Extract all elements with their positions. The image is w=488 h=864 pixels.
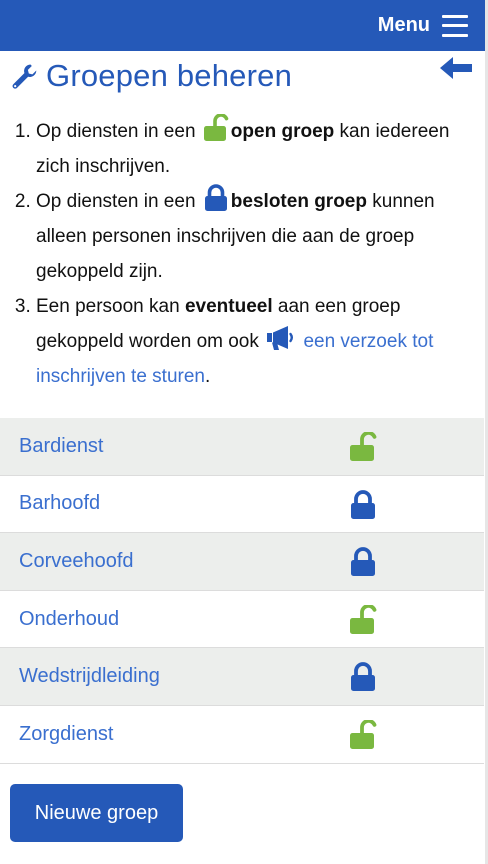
top-bar: Menu (0, 0, 486, 51)
group-name[interactable]: Wedstrijdleiding (19, 665, 160, 688)
menu-label: Menu (377, 14, 430, 36)
back-arrow-icon[interactable] (440, 56, 472, 80)
group-row[interactable]: Bardienst (0, 418, 484, 476)
open-lock-icon (203, 114, 229, 141)
open-lock-icon (349, 718, 377, 750)
new-group-button[interactable]: Nieuwe groep (10, 784, 183, 842)
closed-lock-icon (349, 662, 377, 692)
info-item-open: Op diensten in een open groep kan iedere… (36, 114, 474, 184)
group-row[interactable]: Barhoofd (0, 475, 484, 534)
info-item-request: Een persoon kan eventueel aan een groep … (36, 289, 474, 394)
group-name[interactable]: Bardienst (19, 435, 104, 458)
closed-lock-icon (204, 184, 227, 211)
open-lock-icon (349, 603, 377, 635)
open-lock-icon (349, 431, 377, 462)
info-item-closed: Op diensten in een besloten groep kunnen… (36, 184, 474, 289)
closed-lock-icon (349, 547, 377, 577)
group-list: Bardienst Barhoofd Corveehoofd Onderhoud… (0, 418, 484, 764)
wrench-icon (12, 64, 37, 89)
group-row[interactable]: Wedstrijdleiding (0, 648, 484, 706)
group-name[interactable]: Onderhoud (19, 608, 119, 631)
group-name[interactable]: Corveehoofd (19, 550, 134, 573)
menu-button[interactable]: Menu (378, 14, 468, 37)
info-list: Op diensten in een open groep kan iedere… (12, 114, 474, 394)
group-row[interactable]: Corveehoofd (0, 533, 484, 591)
group-row[interactable]: Onderhoud (0, 590, 484, 649)
group-name[interactable]: Barhoofd (19, 492, 100, 515)
closed-lock-icon (349, 489, 377, 520)
group-row[interactable]: Zorgdienst (0, 705, 484, 764)
title-row: Groepen beheren (10, 56, 476, 96)
hamburger-menu-icon (442, 14, 468, 37)
group-name[interactable]: Zorgdienst (19, 723, 114, 746)
megaphone-icon (267, 326, 294, 350)
page-title: Groepen beheren (46, 58, 293, 93)
